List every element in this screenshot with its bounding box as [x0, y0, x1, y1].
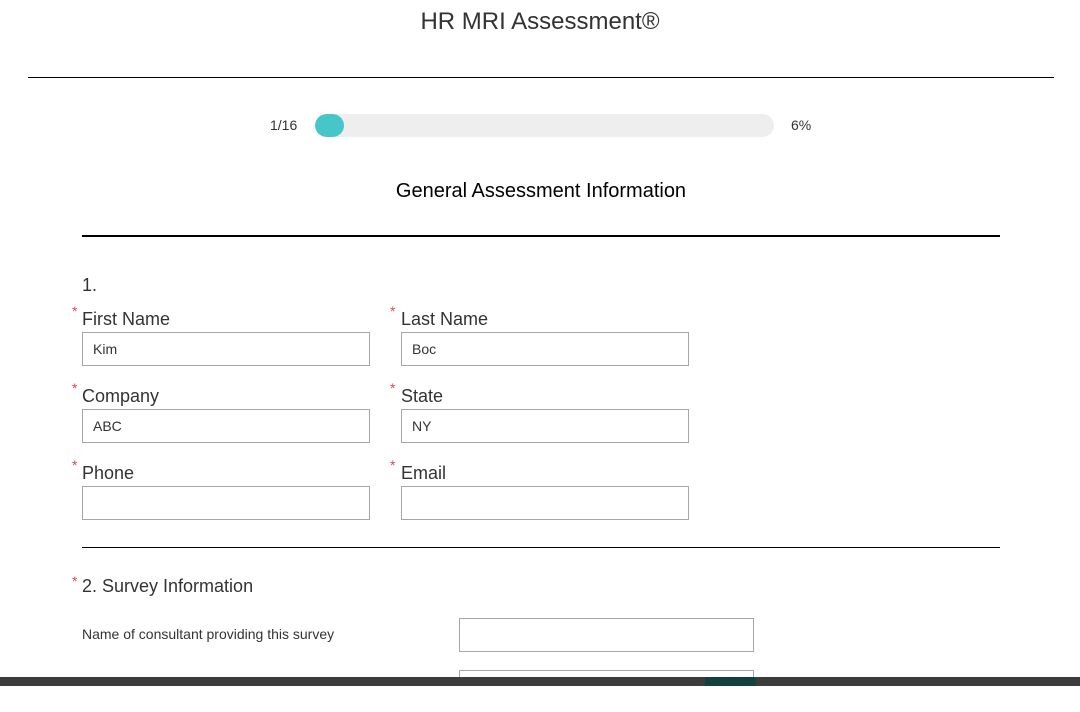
required-marker: * [390, 380, 396, 396]
header-divider [28, 77, 1054, 78]
page-title: HR MRI Assessment® [420, 8, 660, 35]
question-1-number: 1. [82, 275, 98, 295]
progress-bar [315, 114, 774, 137]
required-marker: * [390, 457, 396, 473]
first-name-input[interactable] [82, 332, 370, 366]
first-name-label: First Name [82, 309, 171, 329]
question-divider [82, 547, 1000, 548]
company-label: Company [82, 386, 160, 406]
survey-information-heading: 2. Survey Information [82, 576, 254, 596]
email-label: Email [401, 463, 447, 483]
company-input[interactable] [82, 409, 370, 443]
last-name-input[interactable] [401, 332, 689, 366]
email-input[interactable] [401, 486, 689, 520]
required-marker: * [390, 303, 396, 319]
progress-count: 1/16 [270, 117, 298, 133]
section-title: General Assessment Information [395, 180, 687, 202]
required-marker: * [72, 573, 78, 589]
progress-percent: 6% [791, 117, 812, 133]
bottom-toolbar-button[interactable] [705, 677, 756, 686]
footer-space [0, 686, 1080, 712]
last-name-label: Last Name [401, 309, 489, 329]
bottom-toolbar [0, 677, 1080, 686]
required-marker: * [72, 457, 78, 473]
required-marker: * [72, 303, 78, 319]
consultant-input[interactable] [459, 618, 754, 652]
phone-input[interactable] [82, 486, 370, 520]
required-marker: * [72, 380, 78, 396]
phone-label: Phone [82, 463, 135, 483]
state-input[interactable] [401, 409, 689, 443]
state-label: State [401, 386, 444, 406]
progress-bar-fill [315, 114, 344, 137]
section-divider [82, 235, 1000, 237]
consultant-label: Name of consultant providing this survey [82, 626, 335, 642]
